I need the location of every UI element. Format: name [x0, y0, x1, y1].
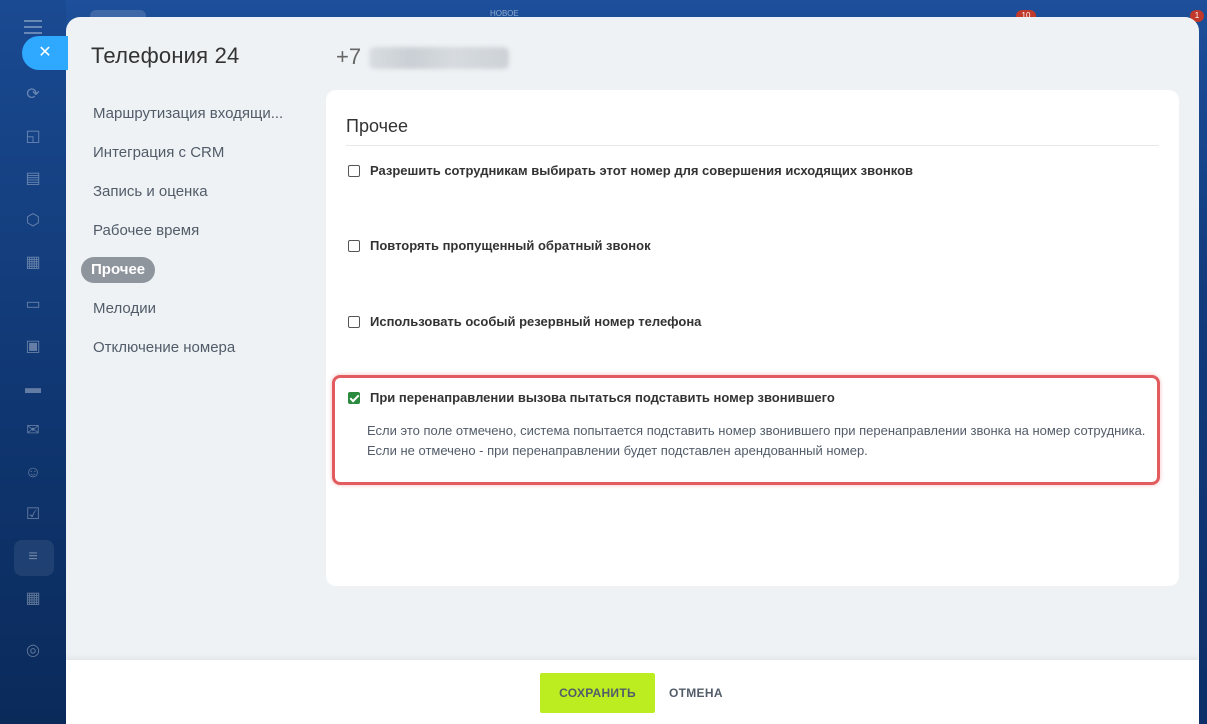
nav-item-other[interactable]: Прочее — [81, 257, 156, 283]
settings-nav: Маршрутизация входящи... Интеграция с CR… — [81, 101, 311, 374]
chat-icon[interactable]: ◱ — [22, 126, 44, 148]
close-icon: ✕ — [38, 44, 52, 61]
nav-item-crm-integration[interactable]: Интеграция с CRM — [81, 140, 311, 166]
settings-icon[interactable]: ◎ — [22, 640, 44, 662]
page-title: Телефония 24 — [91, 43, 240, 68]
option-label: Повторять пропущенный обратный звонок — [370, 238, 651, 253]
close-panel-button[interactable]: ✕ — [22, 36, 68, 70]
checkbox-substitute-caller[interactable] — [348, 391, 360, 404]
nav-item-disable-number[interactable]: Отключение номера — [81, 335, 311, 361]
telephony-settings-panel: Телефония 24 +7 Маршрутизация входящи...… — [66, 17, 1199, 724]
checkbox-icon[interactable]: ☑ — [22, 504, 44, 526]
divider — [346, 145, 1159, 146]
menu-icon[interactable] — [24, 20, 42, 34]
option-repeat-callback[interactable]: Повторять пропущенный обратный звонок — [348, 238, 651, 253]
nav-item-work-time[interactable]: Рабочее время — [81, 218, 311, 244]
phone-number-blurred — [369, 47, 510, 70]
phone-number: +7 — [336, 44, 510, 70]
mail-icon[interactable]: ✉ — [22, 420, 44, 442]
settings-card: Прочее Разрешить сотрудникам выбирать эт… — [326, 90, 1179, 586]
card-icon[interactable]: ▬ — [22, 378, 44, 400]
calendar-icon[interactable]: ▦ — [22, 252, 44, 274]
footer-bar: СОХРАНИТЬ ОТМЕНА — [66, 660, 1199, 724]
option-label: Разрешить сотрудникам выбирать этот номе… — [370, 163, 914, 178]
checkbox-allow-outgoing[interactable] — [348, 164, 360, 177]
option-allow-outgoing[interactable]: Разрешить сотрудникам выбирать этот номе… — [348, 163, 913, 178]
nav-item-recording[interactable]: Запись и оценка — [81, 179, 311, 205]
tasks-icon[interactable]: ▤ — [22, 168, 44, 190]
option-label: Использовать особый резервный номер теле… — [370, 314, 702, 329]
checkbox-backup-number[interactable] — [348, 315, 360, 328]
contacts-icon[interactable]: ☺ — [22, 462, 44, 484]
nav-item-melodies[interactable]: Мелодии — [81, 296, 311, 322]
left-rail: ⟳ ◱ ▤ ⬡ ▦ ▭ ▣ ▬ ✉ ☺ ☑ ≡ ▦ ◎ — [0, 0, 66, 724]
phone-prefix: +7 — [336, 44, 362, 69]
crm-icon[interactable]: ⟳ — [22, 84, 44, 106]
option-description: Если это поле отмечено, система попытает… — [367, 423, 1146, 458]
section-title: Прочее — [346, 116, 408, 136]
filter-icon[interactable]: ≡ — [22, 546, 44, 568]
hexagon-icon[interactable]: ⬡ — [22, 210, 44, 232]
document-icon[interactable]: ▭ — [22, 294, 44, 316]
option-backup-number[interactable]: Использовать особый резервный номер теле… — [348, 314, 701, 329]
option-substitute-caller[interactable]: При перенаправлении вызова пытаться подс… — [348, 390, 835, 405]
checkbox-repeat-callback[interactable] — [348, 239, 360, 252]
grid-icon[interactable]: ▦ — [22, 588, 44, 610]
projects-icon[interactable]: ▣ — [22, 336, 44, 358]
nav-item-routing[interactable]: Маршрутизация входящи... — [81, 101, 311, 127]
cancel-button[interactable]: ОТМЕНА — [669, 673, 723, 713]
save-button[interactable]: СОХРАНИТЬ — [540, 673, 655, 713]
option-label: При перенаправлении вызова пытаться подс… — [370, 390, 835, 405]
